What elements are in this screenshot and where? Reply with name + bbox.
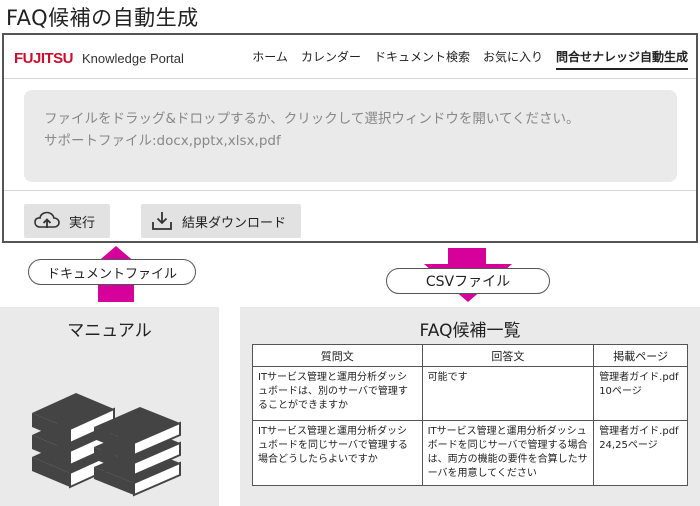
page-cell: 管理者ガイド.pdf 24,25ページ (593, 420, 688, 486)
cloud-upload-icon (34, 211, 60, 228)
table-header-row: 質問文 回答文 掲載ページ (252, 344, 688, 367)
table-row: ITサービス管理と運用分析ダッシュボードは、別のサーバで管理することができますか… (252, 366, 688, 421)
file-dropzone[interactable]: ファイルをドラッグ&ドロップするか、クリックして選択ウィンドウを開いてください。… (24, 90, 677, 182)
column-header-page: 掲載ページ (593, 344, 688, 367)
download-icon (152, 212, 172, 230)
faq-panel: FAQ候補一覧 質問文 回答文 掲載ページ ITサービス管理と運用分析ダッシュボ… (240, 307, 700, 506)
page-cell: 管理者ガイド.pdf 10ページ (593, 366, 688, 421)
nav-item-favorites[interactable]: お気に入り (483, 48, 543, 70)
dropzone-supported-formats: サポートファイル:docx,pptx,xlsx,pdf (44, 133, 281, 149)
brand[interactable]: FUJITSU Knowledge Portal (14, 48, 184, 68)
action-toolbar: 実行 結果ダウンロード (4, 190, 696, 241)
manual-panel: マニュアル (0, 307, 219, 506)
column-header-question: 質問文 (252, 344, 423, 367)
csv-file-label: CSVファイル (386, 268, 550, 294)
answer-cell: ITサービス管理と運用分析ダッシュボードを同じサーバで管理する場合は、両方の機能… (421, 420, 595, 486)
download-button-label: 結果ダウンロード (182, 215, 287, 231)
question-cell: ITサービス管理と運用分析ダッシュボードを同じサーバで管理する場合どうしたらよい… (252, 420, 423, 486)
download-results-button[interactable]: 結果ダウンロード (141, 204, 301, 238)
question-cell: ITサービス管理と運用分析ダッシュボードは、別のサーバで管理することができますか (252, 366, 423, 421)
nav-item-document-search[interactable]: ドキュメント検索 (374, 48, 470, 70)
books-icon (32, 393, 181, 497)
run-button-label: 実行 (69, 215, 96, 231)
column-header-answer: 回答文 (421, 344, 595, 367)
portal-header: FUJITSU Knowledge Portal ホーム カレンダー ドキュメン… (4, 35, 696, 79)
nav-item-home[interactable]: ホーム (252, 48, 288, 70)
answer-cell: 可能です (421, 366, 595, 421)
brand-name: Knowledge Portal (82, 50, 184, 66)
fujitsu-logo: FUJITSU (14, 49, 74, 67)
faq-table: 質問文 回答文 掲載ページ ITサービス管理と運用分析ダッシュボードは、別のサー… (252, 344, 688, 486)
nav-item-faq-generation[interactable]: 問合せナレッジ自動生成 (555, 48, 688, 70)
portal-window: FUJITSU Knowledge Portal ホーム カレンダー ドキュメン… (2, 33, 698, 243)
table-row: ITサービス管理と運用分析ダッシュボードを同じサーバで管理する場合どうしたらよい… (252, 420, 688, 486)
faq-panel-title: FAQ候補一覧 (419, 321, 521, 341)
page-title: FAQ候補の自動生成 (6, 6, 199, 30)
main-nav: ホーム カレンダー ドキュメント検索 お気に入り 問合せナレッジ自動生成 (252, 48, 688, 70)
run-button[interactable]: 実行 (24, 204, 110, 238)
manual-panel-title: マニュアル (67, 321, 152, 341)
document-file-label: ドキュメントファイル (28, 259, 196, 285)
dropzone-instruction: ファイルをドラッグ&ドロップするか、クリックして選択ウィンドウを開いてください。 (44, 111, 580, 127)
nav-item-calendar[interactable]: カレンダー (301, 48, 361, 70)
